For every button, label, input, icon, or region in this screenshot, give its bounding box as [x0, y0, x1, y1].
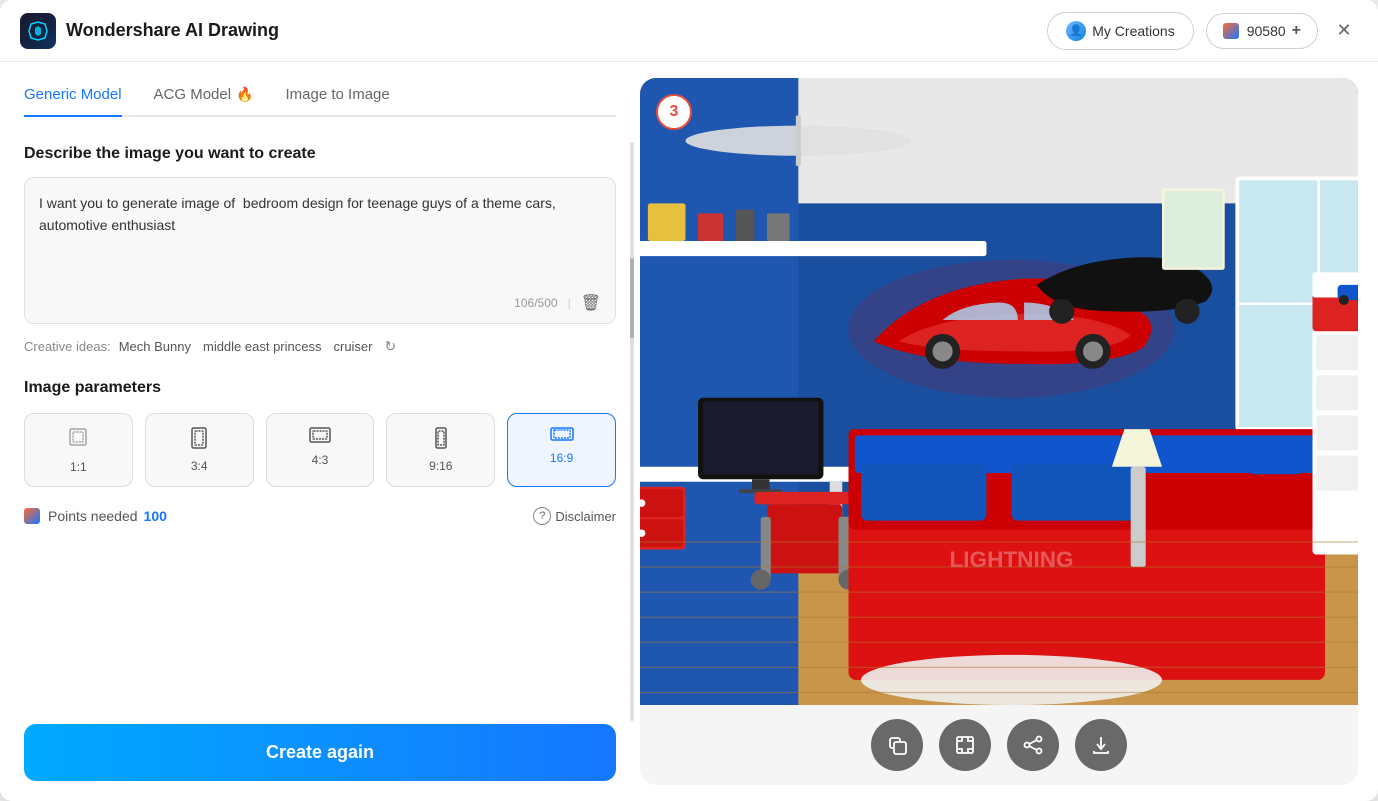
textarea-footer: 106/500 | 🗑: [39, 293, 601, 313]
points-row: Points needed 100 ? Disclaimer: [24, 507, 616, 525]
ratio-4-3-icon: [308, 426, 332, 447]
title-right: 👤 My Creations 90580 + ✕: [1047, 12, 1358, 50]
scrollbar-thumb: [630, 258, 634, 338]
download-image-button[interactable]: [1075, 719, 1127, 771]
app-window: Wondershare AI Drawing 👤 My Creations 90…: [0, 0, 1378, 801]
share-image-button[interactable]: [1007, 719, 1059, 771]
ratio-4-3[interactable]: 4:3: [266, 413, 375, 487]
params-title: Image parameters: [24, 379, 616, 397]
points-value: 100: [144, 508, 167, 524]
ratio-grid: 1:1 3:4: [24, 413, 616, 487]
image-count-badge: 3: [656, 94, 692, 130]
ratio-1-1[interactable]: 1:1: [24, 413, 133, 487]
left-panel: Generic Model ACG Model 🔥 Image to Image…: [0, 62, 640, 801]
action-bar: [640, 705, 1358, 785]
ratio-16-9-icon: [549, 426, 575, 445]
main-content: Generic Model ACG Model 🔥 Image to Image…: [0, 62, 1378, 801]
add-credits-icon: +: [1292, 22, 1301, 40]
idea-mech-bunny[interactable]: Mech Bunny: [115, 339, 195, 354]
app-logo: [20, 13, 56, 49]
disclaimer-label: Disclaimer: [555, 509, 616, 524]
ratio-4-3-label: 4:3: [312, 453, 329, 467]
generated-image: 3: [640, 78, 1358, 705]
bedroom-scene-svg: LIGHTNING: [640, 78, 1358, 705]
creative-ideas-row: Creative ideas: Mech Bunny middle east p…: [24, 338, 616, 355]
tab-generic-model[interactable]: Generic Model: [24, 86, 122, 117]
delete-prompt-icon[interactable]: 🗑: [581, 293, 601, 313]
fire-icon: 🔥: [236, 86, 253, 103]
idea-princess[interactable]: middle east princess: [199, 339, 326, 354]
ratio-3-4-label: 3:4: [191, 459, 208, 473]
points-left: Points needed 100: [24, 508, 167, 524]
ratio-9-16[interactable]: 9:16: [386, 413, 495, 487]
scrollbar[interactable]: [630, 142, 634, 721]
describe-section-title: Describe the image you want to create: [24, 145, 616, 163]
copy-image-button[interactable]: [871, 719, 923, 771]
svg-text:LIGHTNING: LIGHTNING: [949, 547, 1073, 572]
creative-ideas-label: Creative ideas:: [24, 339, 111, 354]
close-button[interactable]: ✕: [1330, 17, 1358, 45]
disclaimer-button[interactable]: ? Disclaimer: [533, 507, 616, 525]
refresh-ideas-icon[interactable]: ↻: [385, 338, 397, 355]
tabs-container: Generic Model ACG Model 🔥 Image to Image: [24, 86, 616, 117]
create-again-button[interactable]: Create again: [24, 724, 616, 781]
ratio-16-9-label: 16:9: [550, 451, 573, 465]
title-bar: Wondershare AI Drawing 👤 My Creations 90…: [0, 0, 1378, 62]
disclaimer-circle-icon: ?: [533, 507, 551, 525]
credits-button[interactable]: 90580 +: [1206, 13, 1318, 49]
prompt-input[interactable]: I want you to generate image of bedroom …: [39, 192, 601, 282]
ratio-9-16-icon: [434, 426, 448, 453]
app-title: Wondershare AI Drawing: [66, 20, 279, 41]
idea-cruiser[interactable]: cruiser: [329, 339, 376, 354]
credits-value: 90580: [1247, 23, 1286, 39]
ratio-3-4-icon: [190, 426, 208, 453]
ratio-3-4[interactable]: 3:4: [145, 413, 254, 487]
ratio-1-1-label: 1:1: [70, 460, 87, 474]
my-creations-label: My Creations: [1092, 23, 1174, 39]
expand-image-button[interactable]: [939, 719, 991, 771]
ratio-1-1-icon: [67, 426, 89, 454]
image-container: 3: [640, 78, 1358, 785]
ratio-16-9[interactable]: 16:9: [507, 413, 616, 487]
tab-acg-model[interactable]: ACG Model 🔥: [154, 86, 254, 117]
avatar-icon: 👤: [1066, 21, 1086, 41]
points-label: Points needed: [48, 508, 138, 524]
tab-image-to-image[interactable]: Image to Image: [286, 86, 390, 117]
right-panel: 3: [640, 62, 1378, 801]
prompt-container: I want you to generate image of bedroom …: [24, 177, 616, 324]
points-m-logo: [24, 508, 40, 524]
m-logo-icon: [1223, 23, 1239, 39]
title-left: Wondershare AI Drawing: [20, 13, 279, 49]
ratio-9-16-label: 9:16: [429, 459, 452, 473]
my-creations-button[interactable]: 👤 My Creations: [1047, 12, 1193, 50]
char-divider: |: [568, 296, 571, 310]
char-count: 106/500: [514, 296, 557, 310]
